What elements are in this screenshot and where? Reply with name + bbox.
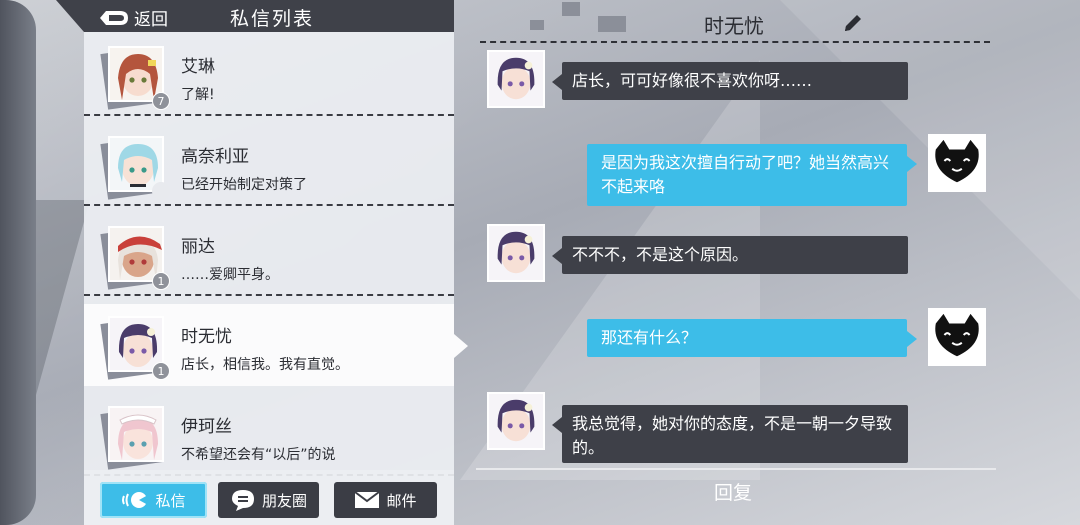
contact-name: 高奈利亚 — [181, 147, 249, 167]
tab-moments[interactable]: 朋友圈 — [218, 482, 319, 518]
avatar: 1 — [100, 316, 170, 380]
contact-item-yikesi[interactable]: 伊珂丝 不希望还会有“以后”的说 — [84, 394, 454, 476]
contact-avatar — [487, 50, 545, 108]
left-edge-decoration — [0, 0, 36, 525]
edit-pencil-icon[interactable] — [842, 12, 864, 34]
message-bubble-sent: 那还有什么？ — [587, 319, 917, 357]
unread-badge: 1 — [152, 272, 170, 290]
contact-list-header: 返回 私信列表 — [56, 0, 454, 32]
tab-label: 邮件 — [386, 491, 417, 510]
avatar — [100, 406, 166, 470]
contact-avatar — [487, 392, 545, 450]
unread-badge — [152, 182, 170, 200]
contact-list-title: 私信列表 — [230, 8, 315, 30]
back-label: 返回 — [134, 10, 168, 30]
black-cat-icon — [935, 139, 979, 183]
portrait-icon — [489, 226, 543, 280]
moments-icon — [231, 490, 254, 511]
contact-last-message: 已经开始制定对策了 — [181, 177, 307, 193]
portrait-icon — [489, 394, 543, 448]
back-button[interactable]: 返回 — [98, 5, 168, 30]
selected-contact-pointer — [454, 334, 468, 358]
contact-item-gaonailiya[interactable]: 高奈利亚 已经开始制定对策了 — [84, 124, 454, 206]
avatar: 1 — [100, 226, 170, 290]
contact-item-lida[interactable]: 1 丽达 ……爱卿平身。 — [84, 214, 454, 296]
player-avatar — [928, 308, 986, 366]
unread-badge: 7 — [152, 92, 170, 110]
chat-bubble-icon — [122, 492, 149, 508]
contact-item-shiwuyou[interactable]: 1 时无忧 店长，相信我。我有直觉。 — [84, 304, 454, 386]
message-bubble-sent: 是因为我这次擅自行动了吧？她当然高兴不起来咯 — [587, 144, 917, 206]
contact-last-message: 店长，相信我。我有直觉。 — [181, 357, 349, 373]
contact-name: 艾琳 — [181, 57, 215, 77]
avatar: 7 — [100, 46, 170, 110]
tab-label: 私信 — [155, 491, 186, 510]
contact-avatar — [487, 224, 545, 282]
unread-badge: 1 — [152, 362, 170, 380]
message-bubble-received: 我总觉得，她对你的态度，不是一朝一夕导致的。 — [552, 405, 908, 463]
player-avatar — [928, 134, 986, 192]
black-cat-icon — [935, 313, 979, 357]
contact-last-message: 了解! — [181, 87, 215, 103]
portrait-icon — [110, 408, 162, 460]
message-bubble-received: 店长，可可好像很不喜欢你呀…… — [552, 62, 908, 100]
message-bubble-received: 不不不，不是这个原因。 — [552, 236, 908, 274]
contact-item-ailin[interactable]: 7 艾琳 了解! — [84, 34, 454, 116]
mail-icon — [354, 491, 381, 508]
contact-last-message: 不希望还会有“以后”的说 — [181, 447, 336, 463]
reply-button[interactable]: 回复 — [714, 478, 752, 505]
decorative-block — [530, 20, 544, 30]
back-arrow-icon — [100, 10, 128, 25]
tab-private-message[interactable]: 私信 — [100, 482, 207, 518]
tab-label: 朋友圈 — [261, 491, 307, 510]
contact-name: 伊珂丝 — [181, 417, 232, 437]
decorative-block — [598, 16, 626, 32]
chat-bottom-divider — [476, 468, 996, 470]
contact-name: 时无忧 — [181, 327, 232, 347]
portrait-icon — [489, 52, 543, 106]
chat-divider — [480, 41, 990, 43]
decorative-block — [562, 2, 580, 16]
contact-name: 丽达 — [181, 237, 215, 257]
tab-mail[interactable]: 邮件 — [334, 482, 437, 518]
avatar — [100, 136, 170, 200]
contact-last-message: ……爱卿平身。 — [181, 267, 279, 283]
chat-title: 时无忧 — [704, 14, 764, 38]
